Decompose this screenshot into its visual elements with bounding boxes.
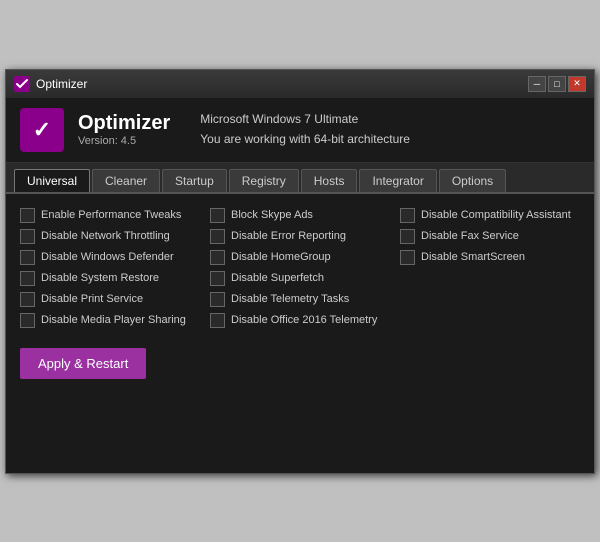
maximize-button[interactable]: □ <box>548 76 566 92</box>
title-bar-left: Optimizer <box>14 76 87 92</box>
system-info: Microsoft Windows 7 Ultimate You are wor… <box>200 110 410 148</box>
checkbox-telemetry[interactable] <box>210 292 225 307</box>
tab-bar: Universal Cleaner Startup Registry Hosts… <box>6 163 594 194</box>
checkbox-skype[interactable] <box>210 208 225 223</box>
option-throttle[interactable]: Disable Network Throttling <box>20 229 200 244</box>
checkbox-homegroup[interactable] <box>210 250 225 265</box>
label-skype: Block Skype Ads <box>231 209 313 221</box>
checkbox-smartscreen[interactable] <box>400 250 415 265</box>
label-telemetry: Disable Telemetry Tasks <box>231 293 349 305</box>
label-error: Disable Error Reporting <box>231 230 346 242</box>
checkbox-mediashare[interactable] <box>20 313 35 328</box>
checkbox-throttle[interactable] <box>20 229 35 244</box>
label-restore: Disable System Restore <box>41 272 159 284</box>
checkbox-fax[interactable] <box>400 229 415 244</box>
app-icon <box>14 76 30 92</box>
option-telemetry[interactable]: Disable Telemetry Tasks <box>210 292 390 307</box>
label-perf: Enable Performance Tweaks <box>41 209 181 221</box>
checkbox-perf[interactable] <box>20 208 35 223</box>
apply-restart-button[interactable]: Apply & Restart <box>20 348 146 379</box>
checkbox-error[interactable] <box>210 229 225 244</box>
option-skype[interactable]: Block Skype Ads <box>210 208 390 223</box>
content-area: Enable Performance Tweaks Block Skype Ad… <box>6 194 594 473</box>
app-logo: ✓ <box>20 108 64 152</box>
os-info: Microsoft Windows 7 Ultimate <box>200 110 410 129</box>
label-compat: Disable Compatibility Assistant <box>421 209 571 221</box>
checkbox-defender[interactable] <box>20 250 35 265</box>
label-superfetch: Disable Superfetch <box>231 272 324 284</box>
bottom-spacer <box>20 379 580 459</box>
app-header: ✓ Optimizer Version: 4.5 Microsoft Windo… <box>6 98 594 163</box>
tab-universal[interactable]: Universal <box>14 169 90 192</box>
options-grid: Enable Performance Tweaks Block Skype Ad… <box>20 208 580 328</box>
label-smartscreen: Disable SmartScreen <box>421 251 525 263</box>
option-compat[interactable]: Disable Compatibility Assistant <box>400 208 580 223</box>
checkbox-print[interactable] <box>20 292 35 307</box>
app-name: Optimizer <box>78 112 170 135</box>
header-title-group: Optimizer Version: 4.5 <box>78 112 170 147</box>
option-print[interactable]: Disable Print Service <box>20 292 200 307</box>
label-mediashare: Disable Media Player Sharing <box>41 314 186 326</box>
tab-integrator[interactable]: Integrator <box>359 169 436 192</box>
option-defender[interactable]: Disable Windows Defender <box>20 250 200 265</box>
label-homegroup: Disable HomeGroup <box>231 251 331 263</box>
checkbox-restore[interactable] <box>20 271 35 286</box>
tab-startup[interactable]: Startup <box>162 169 227 192</box>
checkbox-compat[interactable] <box>400 208 415 223</box>
close-button[interactable]: ✕ <box>568 76 586 92</box>
label-throttle: Disable Network Throttling <box>41 230 170 242</box>
tab-hosts[interactable]: Hosts <box>301 169 358 192</box>
option-mediashare[interactable]: Disable Media Player Sharing <box>20 313 200 328</box>
checkbox-superfetch[interactable] <box>210 271 225 286</box>
arch-info: You are working with 64-bit architecture <box>200 130 410 149</box>
option-fax[interactable]: Disable Fax Service <box>400 229 580 244</box>
title-bar: Optimizer ─ □ ✕ <box>6 70 594 98</box>
option-error[interactable]: Disable Error Reporting <box>210 229 390 244</box>
option-office[interactable]: Disable Office 2016 Telemetry <box>210 313 390 328</box>
option-perf[interactable]: Enable Performance Tweaks <box>20 208 200 223</box>
option-smartscreen[interactable]: Disable SmartScreen <box>400 250 580 265</box>
tab-registry[interactable]: Registry <box>229 169 299 192</box>
title-bar-title: Optimizer <box>36 77 87 91</box>
checkmark-icon: ✓ <box>33 117 51 143</box>
app-version: Version: 4.5 <box>78 135 170 147</box>
label-office: Disable Office 2016 Telemetry <box>231 314 377 326</box>
main-window: Optimizer ─ □ ✕ ✓ Optimizer Version: 4.5… <box>5 69 595 474</box>
option-superfetch[interactable]: Disable Superfetch <box>210 271 390 286</box>
label-defender: Disable Windows Defender <box>41 251 174 263</box>
checkbox-office[interactable] <box>210 313 225 328</box>
option-restore[interactable]: Disable System Restore <box>20 271 200 286</box>
label-fax: Disable Fax Service <box>421 230 519 242</box>
tab-cleaner[interactable]: Cleaner <box>92 169 160 192</box>
tab-options[interactable]: Options <box>439 169 506 192</box>
option-homegroup[interactable]: Disable HomeGroup <box>210 250 390 265</box>
title-bar-controls: ─ □ ✕ <box>528 76 586 92</box>
label-print: Disable Print Service <box>41 293 143 305</box>
minimize-button[interactable]: ─ <box>528 76 546 92</box>
